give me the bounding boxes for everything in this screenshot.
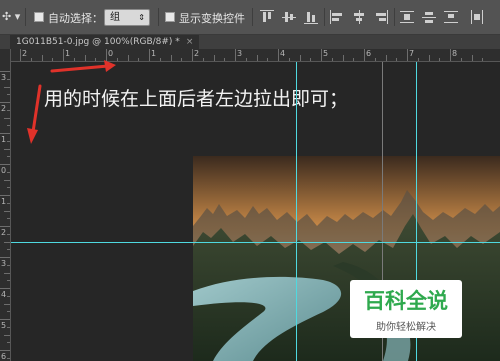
watermark-subtitle: 助你轻松解决 — [376, 322, 436, 333]
arrow-down-line — [31, 84, 42, 134]
watermark-badge: 百科全说 助你轻松解决 — [350, 280, 462, 338]
arrow-right-head — [104, 60, 116, 72]
watermark-title: 百科全说 — [364, 289, 448, 313]
arrow-down-head — [27, 128, 38, 144]
arrow-right-line — [50, 64, 110, 73]
